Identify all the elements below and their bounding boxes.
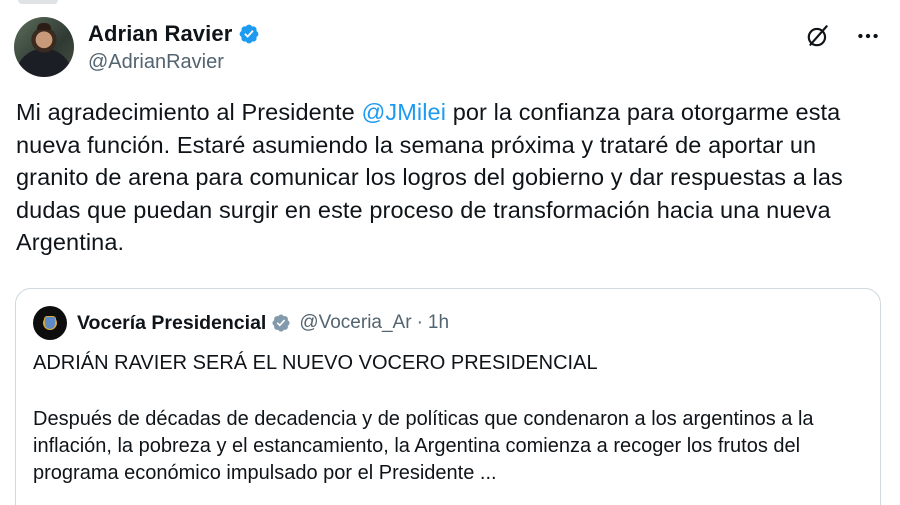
grok-icon[interactable] [804,22,832,50]
tweet-text-before: Mi agradecimiento al Presidente [16,99,362,125]
tweet-text: Mi agradecimiento al Presidente @JMilei … [16,96,886,259]
header-actions [804,22,882,50]
tweet-header: Adrian Ravier @AdrianRavier [14,16,260,78]
author-display-name[interactable]: Adrian Ravier [88,21,232,47]
quote-avatar[interactable] [33,306,67,340]
quoted-tweet[interactable]: Vocería Presidencial @Voceria_Ar · 1h AD… [15,288,881,505]
quote-handle[interactable]: @Voceria_Ar [299,312,411,334]
quote-verified-badge-icon [271,313,291,333]
quote-separator: · [416,312,423,333]
author-handle[interactable]: @AdrianRavier [88,51,260,74]
quote-body: Después de décadas de decadencia y de po… [33,408,814,484]
quote-timestamp[interactable]: 1h [428,312,449,334]
quote-header: Vocería Presidencial @Voceria_Ar · 1h [33,305,449,341]
verified-badge-icon[interactable] [238,23,260,45]
user-info: Adrian Ravier @AdrianRavier [88,21,260,74]
avatar[interactable] [14,17,74,77]
quote-display-name[interactable]: Vocería Presidencial [77,312,266,335]
more-icon[interactable] [854,22,882,50]
quote-headline: ADRIÁN RAVIER SERÁ EL NUEVO VOCERO PRESI… [33,352,598,374]
name-row: Adrian Ravier [88,21,260,47]
tweet-card: Adrian Ravier @AdrianRavier Mi agradecim… [0,0,900,505]
mention-link[interactable]: @JMilei [361,99,446,125]
thread-connector [18,0,58,4]
